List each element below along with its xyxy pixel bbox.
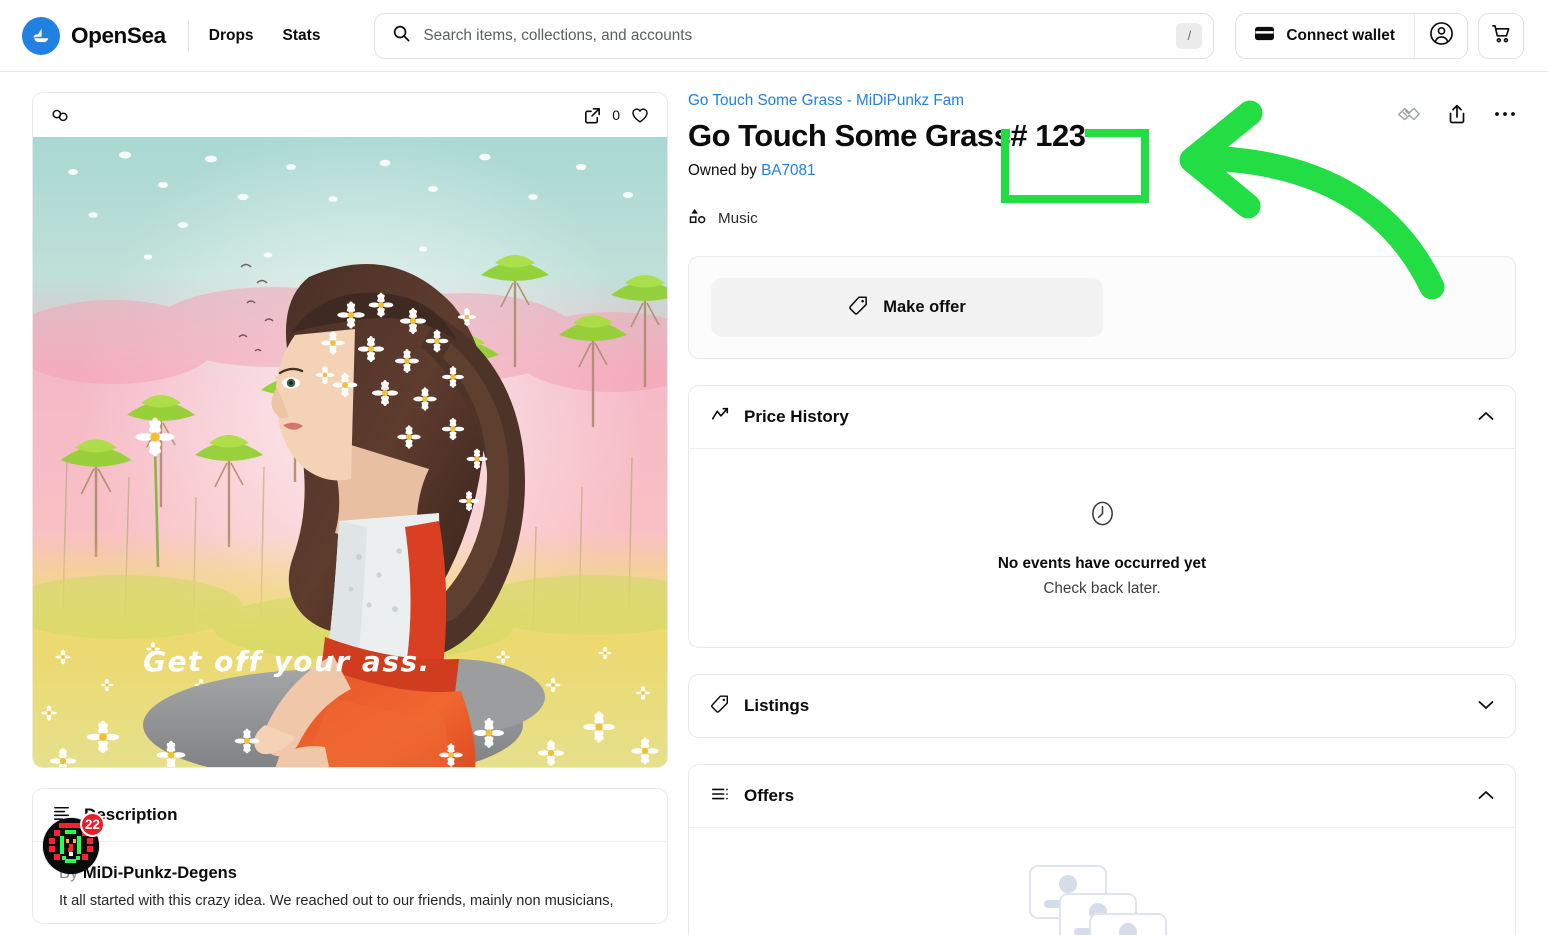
chevron-up-icon[interactable] [1478,408,1494,426]
avatar[interactable]: 22 [43,812,105,874]
header-divider [187,20,189,51]
nav-item-stats[interactable]: Stats [283,27,321,45]
offers-title: Offers [744,786,795,806]
connect-wallet-button[interactable]: Connect wallet [1236,14,1414,58]
price-history-body: No events have occurred yet Check back l… [689,449,1515,648]
chevron-up-icon[interactable] [1478,787,1494,805]
item-header: Go Touch Some Grass - MiDiPunkz Fam Go T… [688,92,1516,180]
price-history-header[interactable]: Price History [689,386,1515,448]
left-column: 0 Get off your ass. Description MiDi-Pun… [32,92,668,935]
media-card: 0 Get off your ass. [32,92,668,768]
owner-line: Owned by BA7081 [688,162,1378,180]
connect-wallet-label: Connect wallet [1286,26,1395,44]
offers-panel: Offers [688,764,1516,935]
item-actions [1396,92,1516,126]
offer-pane: Make offer [689,257,1515,358]
offers-header[interactable]: Offers [689,765,1515,827]
description-author-line: By MiDi-Punkz-Degens [59,864,645,883]
right-column: Go Touch Some Grass - MiDiPunkz Fam Go T… [688,92,1516,935]
description-text: It all started with this crazy idea. We … [59,893,614,909]
empty-state-title: No events have occurred yet [997,554,1207,572]
media-toolbar-right: 0 [583,105,650,125]
heart-icon[interactable] [630,105,650,125]
search-shortcut-key: / [1176,22,1203,49]
price-tag-icon [710,694,730,719]
wallet-icon [1254,24,1275,48]
offer-panel: Make offer [688,256,1516,360]
search-container: / [374,12,1215,59]
listings-header[interactable]: Listings [689,675,1515,737]
favorite-count: 0 [612,107,620,123]
make-offer-button[interactable]: Make offer [711,278,1103,338]
price-history-title: Price History [744,407,849,427]
chain-link-icon[interactable] [50,105,70,125]
account-button[interactable] [1415,14,1467,58]
external-link-icon[interactable] [583,106,602,125]
main-nav: Drops Stats [209,27,321,45]
shopping-cart-icon [1490,22,1513,50]
opensea-logo-link[interactable]: OpenSea [22,16,166,55]
description-header: Description [33,789,667,842]
header-right-actions: Connect wallet [1235,12,1524,59]
avatar-badge-count: 22 [80,812,105,837]
item-title-number: # 123 [1010,118,1086,153]
search-icon [392,24,411,48]
sailboat-icon [22,16,60,55]
user-circle-icon [1429,21,1454,51]
item-meta: Go Touch Some Grass - MiDiPunkz Fam Go T… [688,92,1378,180]
page-title: Go Touch Some Grass# 123 [688,117,1378,154]
search-input[interactable] [423,26,1177,45]
price-history-panel: Price History No events have occurred ye… [688,385,1516,649]
offer-handshake-icon[interactable] [1396,102,1420,126]
media-toolbar: 0 [33,93,667,137]
top-navigation-bar: OpenSea Drops Stats / [0,0,1548,72]
page-content: 0 Get off your ass. Description MiDi-Pun… [0,72,1548,935]
nav-item-drops[interactable]: Drops [209,27,254,45]
owned-by-label: Owned by [688,162,757,180]
price-history-empty-state: No events have occurred yet Check back l… [689,449,1515,647]
offers-body [689,828,1515,935]
empty-state-subtitle: Check back later. [1043,579,1161,597]
owner-link[interactable]: BA7081 [761,162,815,179]
category-row[interactable]: Music [688,206,1516,230]
cart-button[interactable] [1478,12,1524,59]
make-offer-label: Make offer [883,298,966,317]
share-icon[interactable] [1446,103,1468,125]
category-shapes-icon [688,206,707,230]
collection-link[interactable]: Go Touch Some Grass - MiDiPunkz Fam [688,92,964,110]
brand-name: OpenSea [71,22,166,48]
list-icon [710,784,730,809]
item-title-main: Go Touch Some Grass [688,118,1011,153]
artwork-caption: Get off your ass. [143,645,431,678]
empty-cards-illustration [1029,865,1167,935]
trend-line-icon [710,405,730,430]
listings-panel: Listings [688,674,1516,739]
wallet-group: Connect wallet [1235,12,1468,59]
price-tag-icon [848,295,869,321]
search-box[interactable]: / [374,12,1215,59]
author-name[interactable]: MiDi-Punkz-Degens [83,864,237,882]
clock-icon [1088,499,1117,533]
nft-artwork[interactable]: Get off your ass. [33,137,667,767]
description-card: Description By MiDi-Punkz-Degens It all … [32,788,668,924]
description-body: By MiDi-Punkz-Degens It all started with… [33,842,667,923]
more-options-icon[interactable] [1494,110,1516,118]
category-label: Music [718,209,758,227]
listings-title: Listings [744,696,810,716]
chevron-down-icon[interactable] [1478,697,1494,715]
